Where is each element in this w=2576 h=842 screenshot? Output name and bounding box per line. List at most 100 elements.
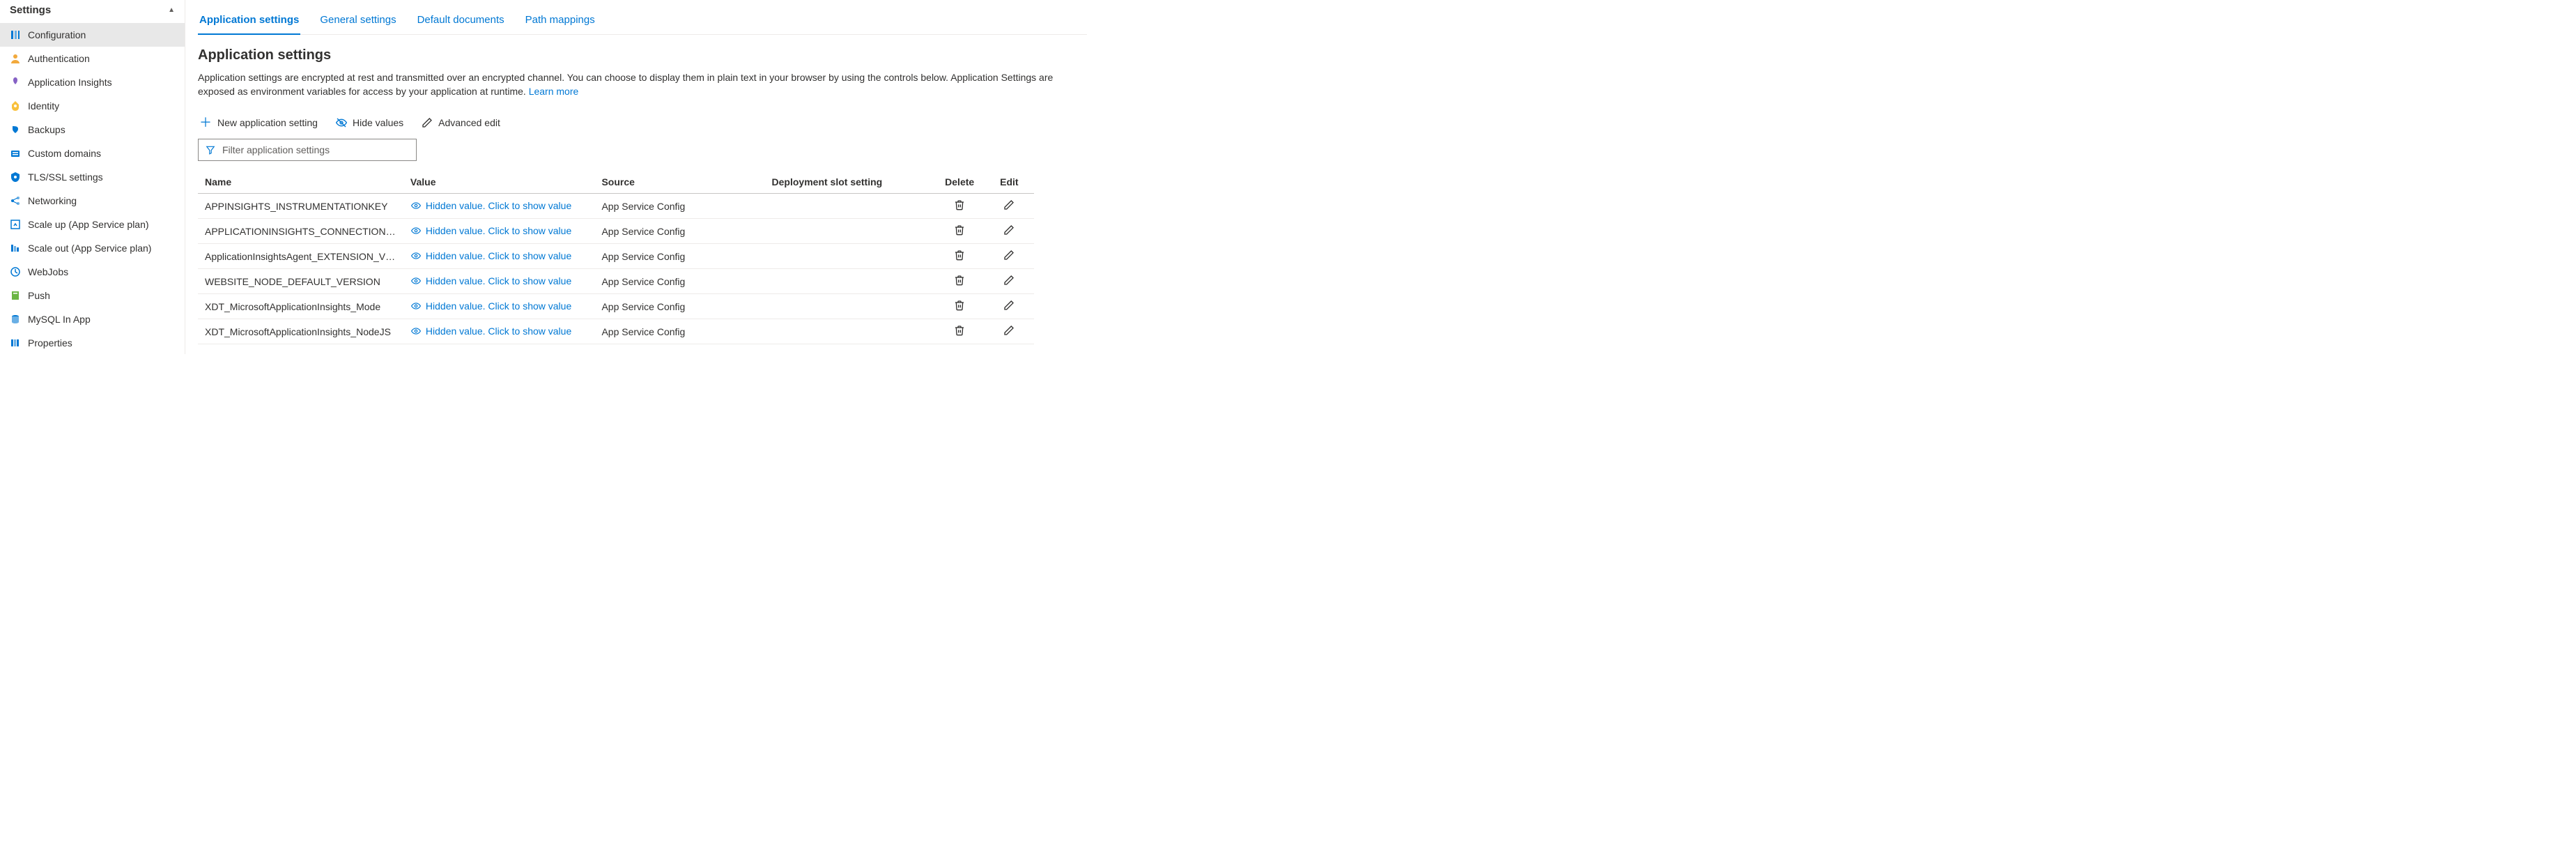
table-row: APPINSIGHTS_INSTRUMENTATIONKEY Hidden val… xyxy=(198,194,1034,219)
setting-name[interactable]: APPLICATIONINSIGHTS_CONNECTION_STRING xyxy=(198,219,403,244)
setting-source: App Service Config xyxy=(594,194,764,219)
sidebar-icon xyxy=(10,266,21,277)
col-delete: Delete xyxy=(935,171,985,194)
setting-slot xyxy=(765,194,935,219)
delete-button[interactable] xyxy=(954,224,965,236)
caret-up-icon[interactable]: ▲ xyxy=(168,6,175,14)
setting-name[interactable]: XDT_MicrosoftApplicationInsights_Mode xyxy=(198,294,403,319)
sidebar-item-properties[interactable]: Properties xyxy=(0,331,185,355)
sidebar-item-authentication[interactable]: Authentication xyxy=(0,47,185,70)
sidebar-item-scale-out-app-service-plan-[interactable]: Scale out (App Service plan) xyxy=(0,236,185,260)
toolbar: ＋ New application setting Hide values Ad… xyxy=(198,114,1087,132)
sidebar-item-label: Application Insights xyxy=(28,77,112,88)
sidebar-item-identity[interactable]: Identity xyxy=(0,94,185,118)
section-description: Application settings are encrypted at re… xyxy=(198,70,1062,98)
sidebar-item-label: Configuration xyxy=(28,29,86,40)
filter-box[interactable] xyxy=(198,139,417,161)
sidebar-item-webjobs[interactable]: WebJobs xyxy=(0,260,185,284)
sidebar-item-label: Push xyxy=(28,290,50,301)
sidebar-item-label: Scale up (App Service plan) xyxy=(28,219,149,230)
setting-slot xyxy=(765,294,935,319)
table-row: WEBSITE_NODE_DEFAULT_VERSION Hidden value… xyxy=(198,269,1034,294)
edit-button[interactable] xyxy=(1003,325,1015,336)
sidebar-icon xyxy=(10,314,21,325)
show-value-button[interactable]: Hidden value. Click to show value xyxy=(410,200,571,211)
sidebar-item-label: Scale out (App Service plan) xyxy=(28,243,151,254)
new-setting-label: New application setting xyxy=(217,117,318,128)
sidebar-item-label: Identity xyxy=(28,100,59,112)
setting-name[interactable]: WEBSITE_NODE_DEFAULT_VERSION xyxy=(198,269,403,294)
learn-more-link[interactable]: Learn more xyxy=(529,86,579,97)
sidebar-header-label: Settings xyxy=(10,4,51,16)
sidebar-icon xyxy=(10,171,21,183)
sidebar-item-backups[interactable]: Backups xyxy=(0,118,185,141)
edit-button[interactable] xyxy=(1003,250,1015,261)
setting-name[interactable]: ApplicationInsightsAgent_EXTENSION_VERSI… xyxy=(198,244,403,269)
col-slot[interactable]: Deployment slot setting xyxy=(765,171,935,194)
plus-icon: ＋ xyxy=(199,116,212,129)
sidebar-icon xyxy=(10,243,21,254)
filter-input[interactable] xyxy=(221,144,409,156)
sidebar-item-application-insights[interactable]: Application Insights xyxy=(0,70,185,94)
sidebar-item-configuration[interactable]: Configuration xyxy=(0,23,185,47)
sidebar-item-mysql-in-app[interactable]: MySQL In App xyxy=(0,307,185,331)
edit-button[interactable] xyxy=(1003,199,1015,210)
sidebar-item-scale-up-app-service-plan-[interactable]: Scale up (App Service plan) xyxy=(0,213,185,236)
col-value[interactable]: Value xyxy=(403,171,595,194)
sidebar-icon xyxy=(10,290,21,301)
delete-button[interactable] xyxy=(954,300,965,311)
settings-table: Name Value Source Deployment slot settin… xyxy=(198,171,1034,344)
desc-text: Application settings are encrypted at re… xyxy=(198,72,1053,97)
tab-default-documents[interactable]: Default documents xyxy=(416,10,506,34)
sidebar-item-label: Backups xyxy=(28,124,65,135)
setting-name[interactable]: XDT_MicrosoftApplicationInsights_NodeJS xyxy=(198,319,403,344)
show-value-button[interactable]: Hidden value. Click to show value xyxy=(410,326,571,337)
setting-source: App Service Config xyxy=(594,269,764,294)
col-source[interactable]: Source xyxy=(594,171,764,194)
edit-button[interactable] xyxy=(1003,300,1015,311)
sidebar-item-networking[interactable]: Networking xyxy=(0,189,185,213)
delete-button[interactable] xyxy=(954,250,965,261)
show-value-button[interactable]: Hidden value. Click to show value xyxy=(410,300,571,312)
show-value-button[interactable]: Hidden value. Click to show value xyxy=(410,275,571,286)
sidebar-item-tls-ssl-settings[interactable]: TLS/SSL settings xyxy=(0,165,185,189)
sidebar-item-label: Networking xyxy=(28,195,77,206)
edit-button[interactable] xyxy=(1003,275,1015,286)
show-value-button[interactable]: Hidden value. Click to show value xyxy=(410,225,571,236)
sidebar: Settings ▲ Configuration Authentication Ap… xyxy=(0,0,185,354)
sidebar-icon xyxy=(10,219,21,230)
edit-button[interactable] xyxy=(1003,224,1015,236)
tab-general-settings[interactable]: General settings xyxy=(318,10,397,34)
new-setting-button[interactable]: ＋ New application setting xyxy=(198,114,319,132)
col-name[interactable]: Name xyxy=(198,171,403,194)
sidebar-icon xyxy=(10,124,21,135)
sidebar-item-custom-domains[interactable]: Custom domains xyxy=(0,141,185,165)
sidebar-item-label: Authentication xyxy=(28,53,90,64)
show-value-button[interactable]: Hidden value. Click to show value xyxy=(410,250,571,261)
hide-values-label: Hide values xyxy=(353,117,403,128)
main-panel: Application settings General settings Defa… xyxy=(185,0,1087,354)
setting-source: App Service Config xyxy=(594,244,764,269)
table-row: APPLICATIONINSIGHTS_CONNECTION_STRING Hid… xyxy=(198,219,1034,244)
advanced-edit-label: Advanced edit xyxy=(438,117,500,128)
tab-path-mappings[interactable]: Path mappings xyxy=(524,10,596,34)
sidebar-item-push[interactable]: Push xyxy=(0,284,185,307)
tabs: Application settings General settings Defa… xyxy=(198,0,1087,35)
sidebar-icon xyxy=(10,337,21,349)
col-edit: Edit xyxy=(985,171,1034,194)
section-title: Application settings xyxy=(198,47,1087,63)
setting-source: App Service Config xyxy=(594,294,764,319)
advanced-edit-button[interactable]: Advanced edit xyxy=(420,114,502,131)
sidebar-icon xyxy=(10,77,21,88)
sidebar-icon xyxy=(10,29,21,40)
delete-button[interactable] xyxy=(954,199,965,210)
tab-application-settings[interactable]: Application settings xyxy=(198,10,300,34)
delete-button[interactable] xyxy=(954,275,965,286)
delete-button[interactable] xyxy=(954,325,965,336)
hide-values-button[interactable]: Hide values xyxy=(334,114,405,131)
setting-source: App Service Config xyxy=(594,319,764,344)
setting-source: App Service Config xyxy=(594,219,764,244)
setting-name[interactable]: APPINSIGHTS_INSTRUMENTATIONKEY xyxy=(198,194,403,219)
sidebar-item-label: WebJobs xyxy=(28,266,68,277)
pencil-icon xyxy=(422,117,433,128)
